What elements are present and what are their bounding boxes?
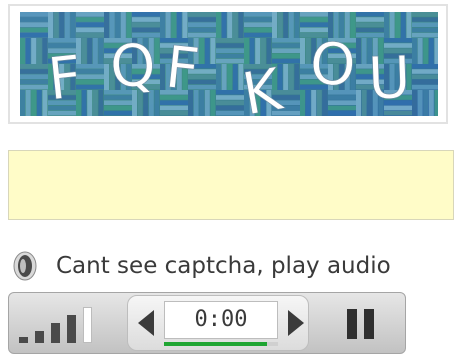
audio-player: 0:00 (8, 292, 406, 354)
play-audio-link[interactable]: Cant see captcha, play audio (10, 246, 391, 286)
volume-bar (51, 323, 60, 343)
time-panel: 0:00 (127, 295, 309, 351)
volume-bar (19, 337, 28, 343)
captcha-image-frame: F Q F K O U (8, 4, 448, 124)
progress-track[interactable] (164, 342, 278, 346)
speaker-icon (13, 251, 37, 281)
progress-fill (164, 342, 267, 346)
captcha-letter: O (308, 29, 358, 100)
forward-icon[interactable] (288, 310, 304, 336)
pause-icon[interactable] (347, 309, 375, 339)
play-audio-label: Cant see captcha, play audio (56, 253, 391, 279)
volume-bar (83, 307, 92, 343)
captcha-letter: F (45, 42, 85, 113)
captcha-answer-input[interactable] (8, 150, 454, 220)
captcha-letter: F (162, 33, 202, 104)
volume-bar (35, 331, 44, 343)
volume-bar (67, 315, 76, 343)
rewind-icon[interactable] (138, 310, 154, 336)
volume-icon[interactable] (19, 305, 119, 343)
captcha-letter: U (367, 43, 412, 112)
time-display: 0:00 (164, 301, 278, 339)
captcha-letter: Q (108, 30, 158, 101)
captcha-image: F Q F K O U (20, 12, 438, 116)
captcha-widget: F Q F K O U Cant see captcha, play audio… (0, 0, 454, 358)
